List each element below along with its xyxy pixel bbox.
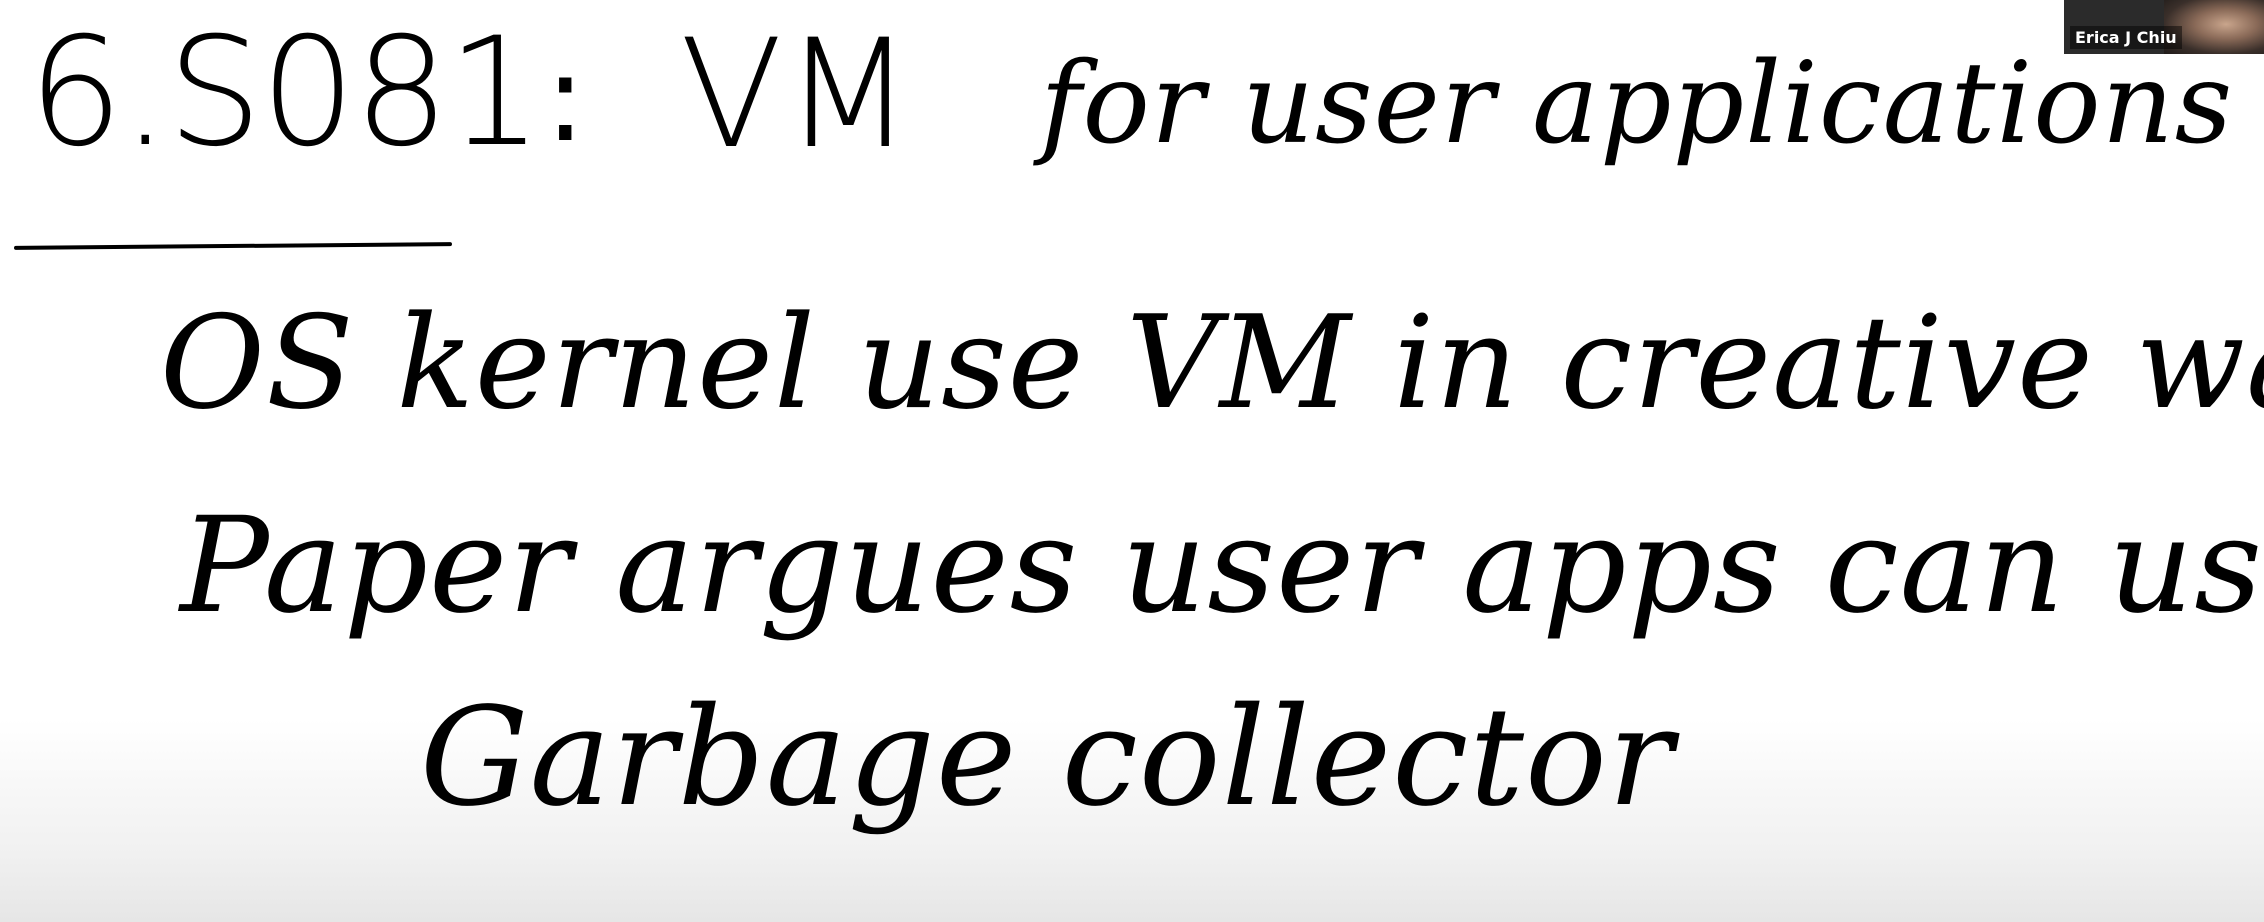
title-underline	[13, 242, 453, 250]
note-line-2: OS kernel use VM in creative ways	[160, 289, 2264, 438]
participant-name-label: Erica J Chiu	[2070, 26, 2182, 49]
participant-video-tile[interactable]: Erica J Chiu	[2064, 0, 2264, 54]
whiteboard-canvas: 6.S081 : VM for user applications OS ker…	[0, 0, 2264, 922]
note-line-3: Paper argues user apps can use VM too	[180, 489, 2264, 643]
title-colon: :	[545, 30, 587, 169]
note-line-4: Garbage collector	[420, 679, 1674, 837]
course-number: 6.S081	[28, 6, 543, 180]
title-vm: VM	[680, 8, 915, 182]
title-rest: for user applications	[1040, 39, 2234, 169]
